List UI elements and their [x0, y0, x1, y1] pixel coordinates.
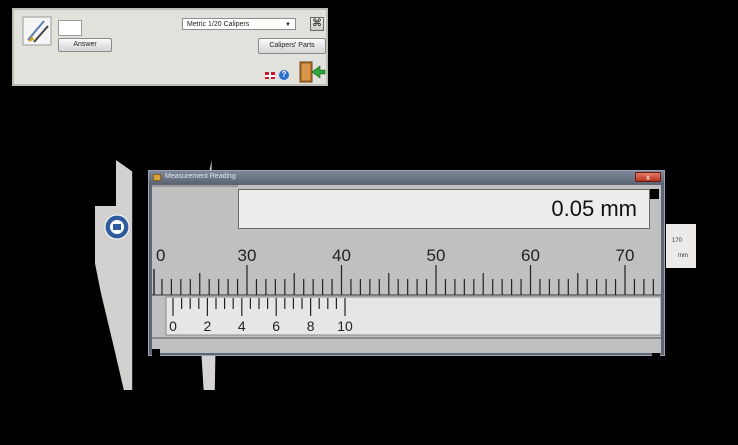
caliper-type-value: Metric 1/20 Calipers — [187, 21, 250, 28]
calipers-parts-button[interactable]: Calipers' Parts — [258, 38, 326, 54]
corner-mark — [652, 353, 660, 365]
corner-mark — [152, 349, 160, 353]
main-scale-label: 70 — [616, 246, 635, 265]
fixed-jaw — [95, 160, 133, 390]
help-icon[interactable]: ? — [279, 70, 289, 80]
vernier-label: 8 — [307, 318, 315, 334]
control-panel: Answer Metric 1/20 Calipers ▼ ⌘ Calipers… — [12, 8, 328, 86]
main-scale-label: 0 — [156, 246, 165, 265]
vernier-label: 4 — [238, 318, 246, 334]
corner-mark — [650, 189, 659, 199]
exit-door-icon[interactable] — [298, 60, 326, 84]
answer-button[interactable]: Answer — [58, 38, 112, 52]
measurement-window: Measurement Reading x 0.05 mm 0 30 40 50 60 7… — [148, 170, 665, 365]
vernier-label: 6 — [272, 318, 280, 334]
flag-uk-icon[interactable] — [265, 72, 275, 79]
beam-end-value: 170 — [672, 238, 683, 244]
vernier-label: 10 — [337, 318, 353, 334]
corner-mark — [152, 353, 160, 365]
main-scale-label: 30 — [238, 246, 257, 265]
logo-icon — [104, 214, 130, 240]
caliper-tool-icon — [22, 16, 52, 46]
close-button[interactable]: ⌘ — [310, 17, 324, 31]
main-scale-label: 40 — [332, 246, 351, 265]
vernier-label: 0 — [169, 318, 177, 334]
title-bar[interactable]: Measurement Reading x — [149, 171, 664, 184]
vernier-label: 2 — [204, 318, 212, 334]
chevron-down-icon: ▼ — [285, 22, 291, 28]
window-close-button[interactable]: x — [635, 172, 661, 182]
scale-edge — [152, 185, 238, 187]
caliper-type-select[interactable]: Metric 1/20 Calipers ▼ — [182, 18, 296, 30]
caliper-scale: 0 30 40 50 60 70 0 2 4 6 8 10 — [152, 185, 661, 353]
window-icon — [153, 174, 161, 181]
main-scale-label: 60 — [521, 246, 540, 265]
answer-input[interactable] — [58, 20, 82, 36]
beam-end: 170 mm — [666, 224, 696, 268]
main-scale-label: 50 — [427, 246, 446, 265]
window-title: Measurement Reading — [165, 173, 236, 180]
beam-end-unit: mm — [678, 253, 688, 259]
